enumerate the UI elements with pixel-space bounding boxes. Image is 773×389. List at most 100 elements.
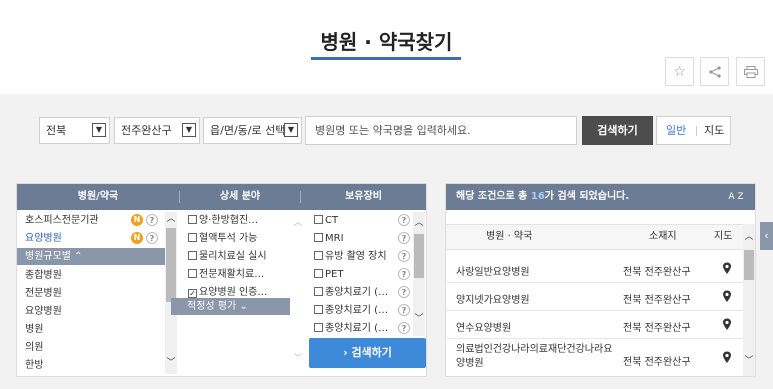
scroll-thumb[interactable] — [414, 234, 424, 278]
help-icon[interactable]: ? — [398, 268, 410, 280]
mode-map-tab[interactable]: 지도 — [704, 117, 724, 144]
col-equipment: 보유장비 — [345, 191, 382, 202]
results-panel: 해당 조건으로 총 16가 검색 되었습니다. A Z 병원 · 약국 소재지 … — [445, 183, 756, 377]
hospital-location: 전북 전주완산구 — [623, 295, 691, 306]
checkbox-checked[interactable]: ✓ — [188, 289, 197, 298]
checkbox-item[interactable]: 종양치료기 (… — [314, 320, 394, 337]
checkbox[interactable] — [188, 215, 197, 224]
chevron-down-icon: ﹀ — [293, 354, 303, 364]
checkbox-item[interactable]: CT — [314, 212, 394, 229]
chevron-down-icon: ﹀ — [166, 358, 176, 368]
chevron-up-icon: ︿ — [293, 218, 303, 228]
scrollbar[interactable]: ︿ ﹀ — [743, 224, 755, 376]
hospital-name[interactable]: 의료법인건강나라의료재단건강나라요양병원 — [456, 343, 616, 371]
scrollbar[interactable]: ︿ ﹀ — [165, 212, 177, 374]
checkbox-item[interactable]: 양·한방협진… — [188, 212, 292, 229]
chevron-down-icon: ﹀ — [744, 356, 754, 366]
col-hospital-type: 병원/약국 — [77, 191, 119, 202]
checkbox[interactable] — [314, 251, 323, 260]
share-button[interactable] — [700, 57, 729, 86]
checkbox[interactable] — [188, 269, 197, 278]
evaluation-toggle[interactable]: 적정성 평가 ⌄ — [171, 298, 290, 315]
table-row[interactable]: 사랑일반요양병원 전북 전주완산구 — [446, 255, 743, 283]
checkbox-item[interactable]: 종양치료기 (… — [314, 302, 394, 319]
list-item[interactable]: 종합병원 — [25, 267, 165, 284]
map-pin-icon[interactable] — [719, 261, 735, 277]
checkbox-item[interactable]: 유방 촬영 장치 — [314, 248, 394, 265]
filter-search-button[interactable]: › 검색하기 — [309, 338, 426, 368]
checkbox[interactable] — [188, 251, 197, 260]
chevron-up-icon: ︿ — [166, 214, 176, 224]
district-select[interactable]: 읍/면/동/로 선택 ▼ — [203, 117, 302, 144]
checkbox-item[interactable]: MRI — [314, 230, 394, 247]
hospital-name[interactable]: 사랑일반요양병원 — [456, 263, 530, 278]
map-pin-icon[interactable] — [719, 317, 735, 333]
help-icon[interactable]: ? — [398, 322, 410, 334]
checkbox[interactable] — [314, 287, 323, 296]
table-row[interactable]: 연수요양병원 전북 전주완산구 — [446, 311, 743, 339]
list-item[interactable]: 의원 — [25, 339, 165, 356]
col-specialty: 상세 분야 — [219, 191, 261, 202]
hospital-name[interactable]: 연수요양병원 — [456, 319, 511, 334]
checkbox-item[interactable]: 전문재활치료… — [188, 266, 292, 283]
help-icon[interactable]: ? — [146, 214, 158, 226]
list-item[interactable]: 한방 — [25, 357, 165, 372]
chevron-down-icon: ▼ — [284, 123, 298, 137]
help-icon[interactable]: ? — [398, 232, 410, 244]
list-item[interactable]: 호스피스전문기관 — [25, 212, 165, 229]
hospital-name[interactable]: 양지넷가요양병원 — [456, 291, 530, 306]
col-map: 지도 — [714, 231, 733, 242]
col-name: 병원 · 약국 — [486, 231, 533, 242]
list-item[interactable]: 전문병원 — [25, 285, 165, 302]
scrollbar[interactable]: ︿ ﹀ — [413, 212, 425, 336]
col-location: 소재지 — [649, 231, 677, 242]
chevron-down-icon: ▼ — [182, 123, 196, 137]
checkbox-item[interactable]: 종양치료기 (… — [314, 284, 394, 301]
checkbox[interactable] — [314, 305, 323, 314]
checkbox[interactable] — [188, 233, 197, 242]
map-pin-icon[interactable] — [719, 289, 735, 305]
scroll-thumb[interactable] — [744, 250, 754, 280]
hospital-location: 전북 전주완산구 — [623, 267, 691, 278]
checkbox-item[interactable]: 혈액투석 가능 — [188, 230, 292, 247]
view-mode-toggle: 일반 지도 — [656, 116, 731, 145]
checkbox[interactable] — [314, 323, 323, 332]
sort-az-button[interactable]: A Z — [726, 184, 746, 210]
bookmark-star-button[interactable]: ☆ — [665, 57, 694, 86]
help-icon[interactable]: ? — [146, 232, 158, 244]
mode-general-tab[interactable]: 일반 — [666, 117, 686, 144]
help-icon[interactable]: ? — [398, 250, 410, 262]
share-icon — [708, 65, 721, 78]
page-title: 병원 · 약국찾기 — [320, 30, 453, 54]
chevron-down-icon: ▼ — [92, 123, 106, 137]
search-input[interactable]: 병원명 또는 약국명을 입력하세요. — [305, 116, 577, 145]
results-summary: 해당 조건으로 총 16가 검색 되었습니다. — [446, 184, 755, 210]
hospital-size-toggle[interactable]: 병원규모별 ⌃ — [17, 248, 165, 265]
checkbox[interactable] — [314, 269, 323, 278]
list-item[interactable]: 병원 — [25, 321, 165, 338]
search-button[interactable]: 검색하기 — [582, 116, 653, 145]
city-select[interactable]: 전주완산구 ▼ — [114, 117, 200, 144]
table-row[interactable]: 의료법인건강나라의료재단건강나라요양병원 전북 전주완산구 — [446, 340, 743, 376]
checkbox[interactable] — [314, 215, 323, 224]
print-icon — [743, 65, 758, 78]
hospital-location: 전북 전주완산구 — [623, 357, 691, 368]
checkbox-item[interactable]: PET — [314, 266, 394, 283]
checkbox-item[interactable]: 물리치료실 실시 — [188, 248, 292, 265]
list-item[interactable]: 요양병원 — [25, 303, 165, 320]
help-icon[interactable]: ? — [398, 286, 410, 298]
scroll-thumb[interactable] — [166, 228, 176, 302]
chevron-up-icon: ︿ — [414, 218, 424, 228]
result-count: 16 — [530, 191, 545, 202]
help-icon[interactable]: ? — [398, 304, 410, 316]
print-button[interactable] — [736, 57, 765, 86]
results-table-header: 병원 · 약국 소재지 지도 — [446, 224, 743, 250]
scrollbar[interactable]: ︿ ﹀ — [292, 212, 304, 374]
help-icon[interactable]: ? — [398, 214, 410, 226]
table-row[interactable]: 양지넷가요양병원 전북 전주완산구 — [446, 283, 743, 311]
checkbox[interactable] — [314, 233, 323, 242]
list-item[interactable]: 요양병원 — [25, 230, 165, 247]
province-select[interactable]: 전북 ▼ — [39, 117, 110, 144]
map-pin-icon[interactable] — [719, 350, 735, 366]
side-panel-toggle[interactable]: ‹ — [760, 222, 773, 250]
